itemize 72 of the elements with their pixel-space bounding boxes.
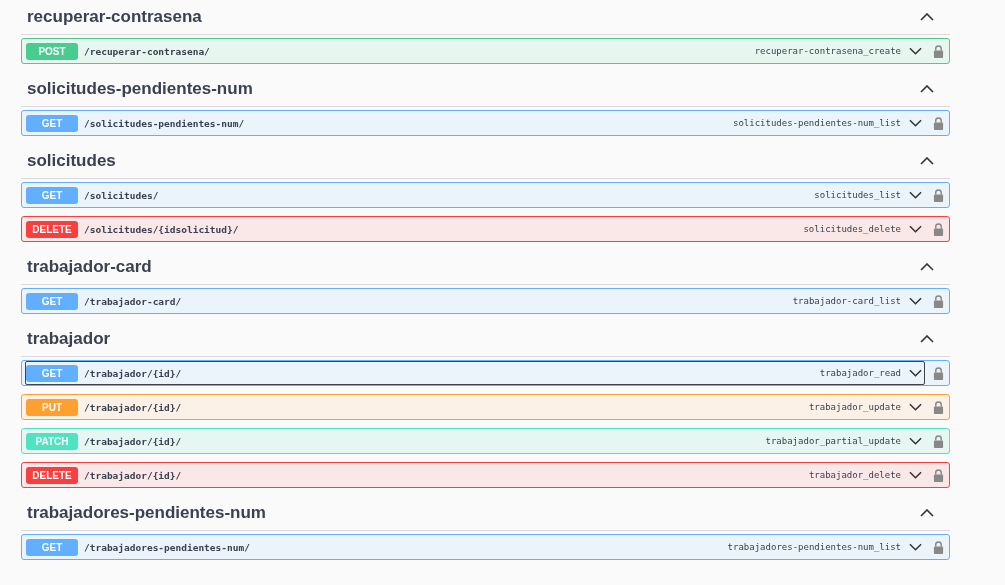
expand-icon[interactable] — [909, 297, 922, 305]
endpoint-path: /trabajadores-pendientes-num/ — [84, 541, 250, 553]
endpoint-path: /solicitudes/{idsolicitud}/ — [84, 223, 239, 235]
lock-icon[interactable] — [933, 188, 944, 202]
collapse-icon[interactable] — [920, 263, 934, 271]
method-badge: GET — [26, 292, 78, 310]
method-badge: GET — [26, 364, 78, 382]
lock-icon[interactable] — [933, 540, 944, 554]
section-title[interactable]: trabajadores-pendientes-num — [27, 503, 266, 523]
lock-icon[interactable] — [933, 222, 944, 236]
expand-icon[interactable] — [909, 47, 922, 55]
endpoint-row[interactable]: PATCH /trabajador/{id}/ trabajador_partial_update — [21, 428, 950, 454]
lock-icon[interactable] — [933, 468, 944, 482]
endpoint-row[interactable]: GET /trabajadores-pendientes-num/ trabajadores-pendientes-num_list — [21, 534, 950, 560]
lock-icon[interactable] — [933, 116, 944, 130]
lock-icon[interactable] — [933, 366, 944, 380]
endpoint-row[interactable]: DELETE /trabajador/{id}/ trabajador_delete — [21, 462, 950, 488]
endpoint-row[interactable]: DELETE /solicitudes/{idsolicitud}/ solicitudes_delete — [21, 216, 950, 242]
expand-icon[interactable] — [909, 191, 922, 199]
endpoint-row[interactable]: GET /trabajador-card/ trabajador-card_list — [21, 288, 950, 314]
method-badge: PATCH — [26, 432, 78, 450]
operation-id: solicitudes_list — [814, 190, 901, 200]
endpoint-path: /trabajador-card/ — [84, 295, 182, 307]
endpoint-row[interactable]: PUT /trabajador/{id}/ trabajador_update — [21, 394, 950, 420]
collapse-icon[interactable] — [920, 509, 934, 517]
expand-icon[interactable] — [909, 119, 922, 127]
method-badge: PUT — [26, 398, 78, 416]
endpoint-path: /trabajador/{id}/ — [84, 367, 182, 379]
method-badge: GET — [26, 538, 78, 556]
method-badge: GET — [26, 114, 78, 132]
endpoint-path: /trabajador/{id}/ — [84, 435, 182, 447]
method-badge: DELETE — [26, 466, 78, 484]
section-title[interactable]: trabajador — [27, 329, 111, 349]
expand-icon[interactable] — [909, 437, 922, 445]
method-badge: GET — [26, 186, 78, 204]
expand-icon[interactable] — [909, 471, 922, 479]
section-title[interactable]: solicitudes — [27, 151, 116, 171]
endpoint-row[interactable]: GET /solicitudes/ solicitudes_list — [21, 182, 950, 208]
section-title[interactable]: recuperar-contrasena — [27, 7, 202, 27]
collapse-icon[interactable] — [920, 157, 934, 165]
section-title[interactable]: trabajador-card — [27, 257, 152, 277]
operation-id: recuperar-contrasena_create — [754, 46, 901, 56]
lock-icon[interactable] — [933, 400, 944, 414]
operation-id: trabajador-card_list — [792, 296, 901, 306]
lock-icon[interactable] — [933, 44, 944, 58]
operation-id: trabajador_partial_update — [765, 436, 901, 446]
endpoint-row[interactable]: POST /recuperar-contrasena/ recuperar-contrasena_create — [21, 38, 950, 64]
operation-id: solicitudes-pendientes-num_list — [733, 118, 901, 128]
operation-id: solicitudes_delete — [803, 224, 901, 234]
endpoint-path: /solicitudes/ — [84, 189, 159, 201]
endpoint-path: /trabajador/{id}/ — [84, 469, 182, 481]
endpoint-path: /solicitudes-pendientes-num/ — [84, 117, 245, 129]
endpoint-path: /recuperar-contrasena/ — [84, 45, 210, 57]
collapse-icon[interactable] — [920, 13, 934, 21]
operation-id: trabajadores-pendientes-num_list — [727, 542, 901, 552]
operation-id: trabajador_update — [808, 402, 901, 412]
operation-id: trabajador_delete — [808, 470, 901, 480]
collapse-icon[interactable] — [920, 335, 934, 343]
method-badge: POST — [26, 42, 78, 60]
expand-icon[interactable] — [909, 543, 922, 551]
endpoint-path: /trabajador/{id}/ — [84, 401, 182, 413]
method-badge: DELETE — [26, 220, 78, 238]
expand-icon[interactable] — [909, 369, 922, 377]
lock-icon[interactable] — [933, 294, 944, 308]
expand-icon[interactable] — [909, 225, 922, 233]
operation-id: trabajador_read — [819, 368, 901, 378]
endpoint-row[interactable]: GET /trabajador/{id}/ trabajador_read — [21, 360, 950, 386]
lock-icon[interactable] — [933, 434, 944, 448]
section-title[interactable]: solicitudes-pendientes-num — [27, 79, 253, 99]
endpoint-row[interactable]: GET /solicitudes-pendientes-num/ solicitudes-pendientes-num_list — [21, 110, 950, 136]
expand-icon[interactable] — [909, 403, 922, 411]
collapse-icon[interactable] — [920, 85, 934, 93]
